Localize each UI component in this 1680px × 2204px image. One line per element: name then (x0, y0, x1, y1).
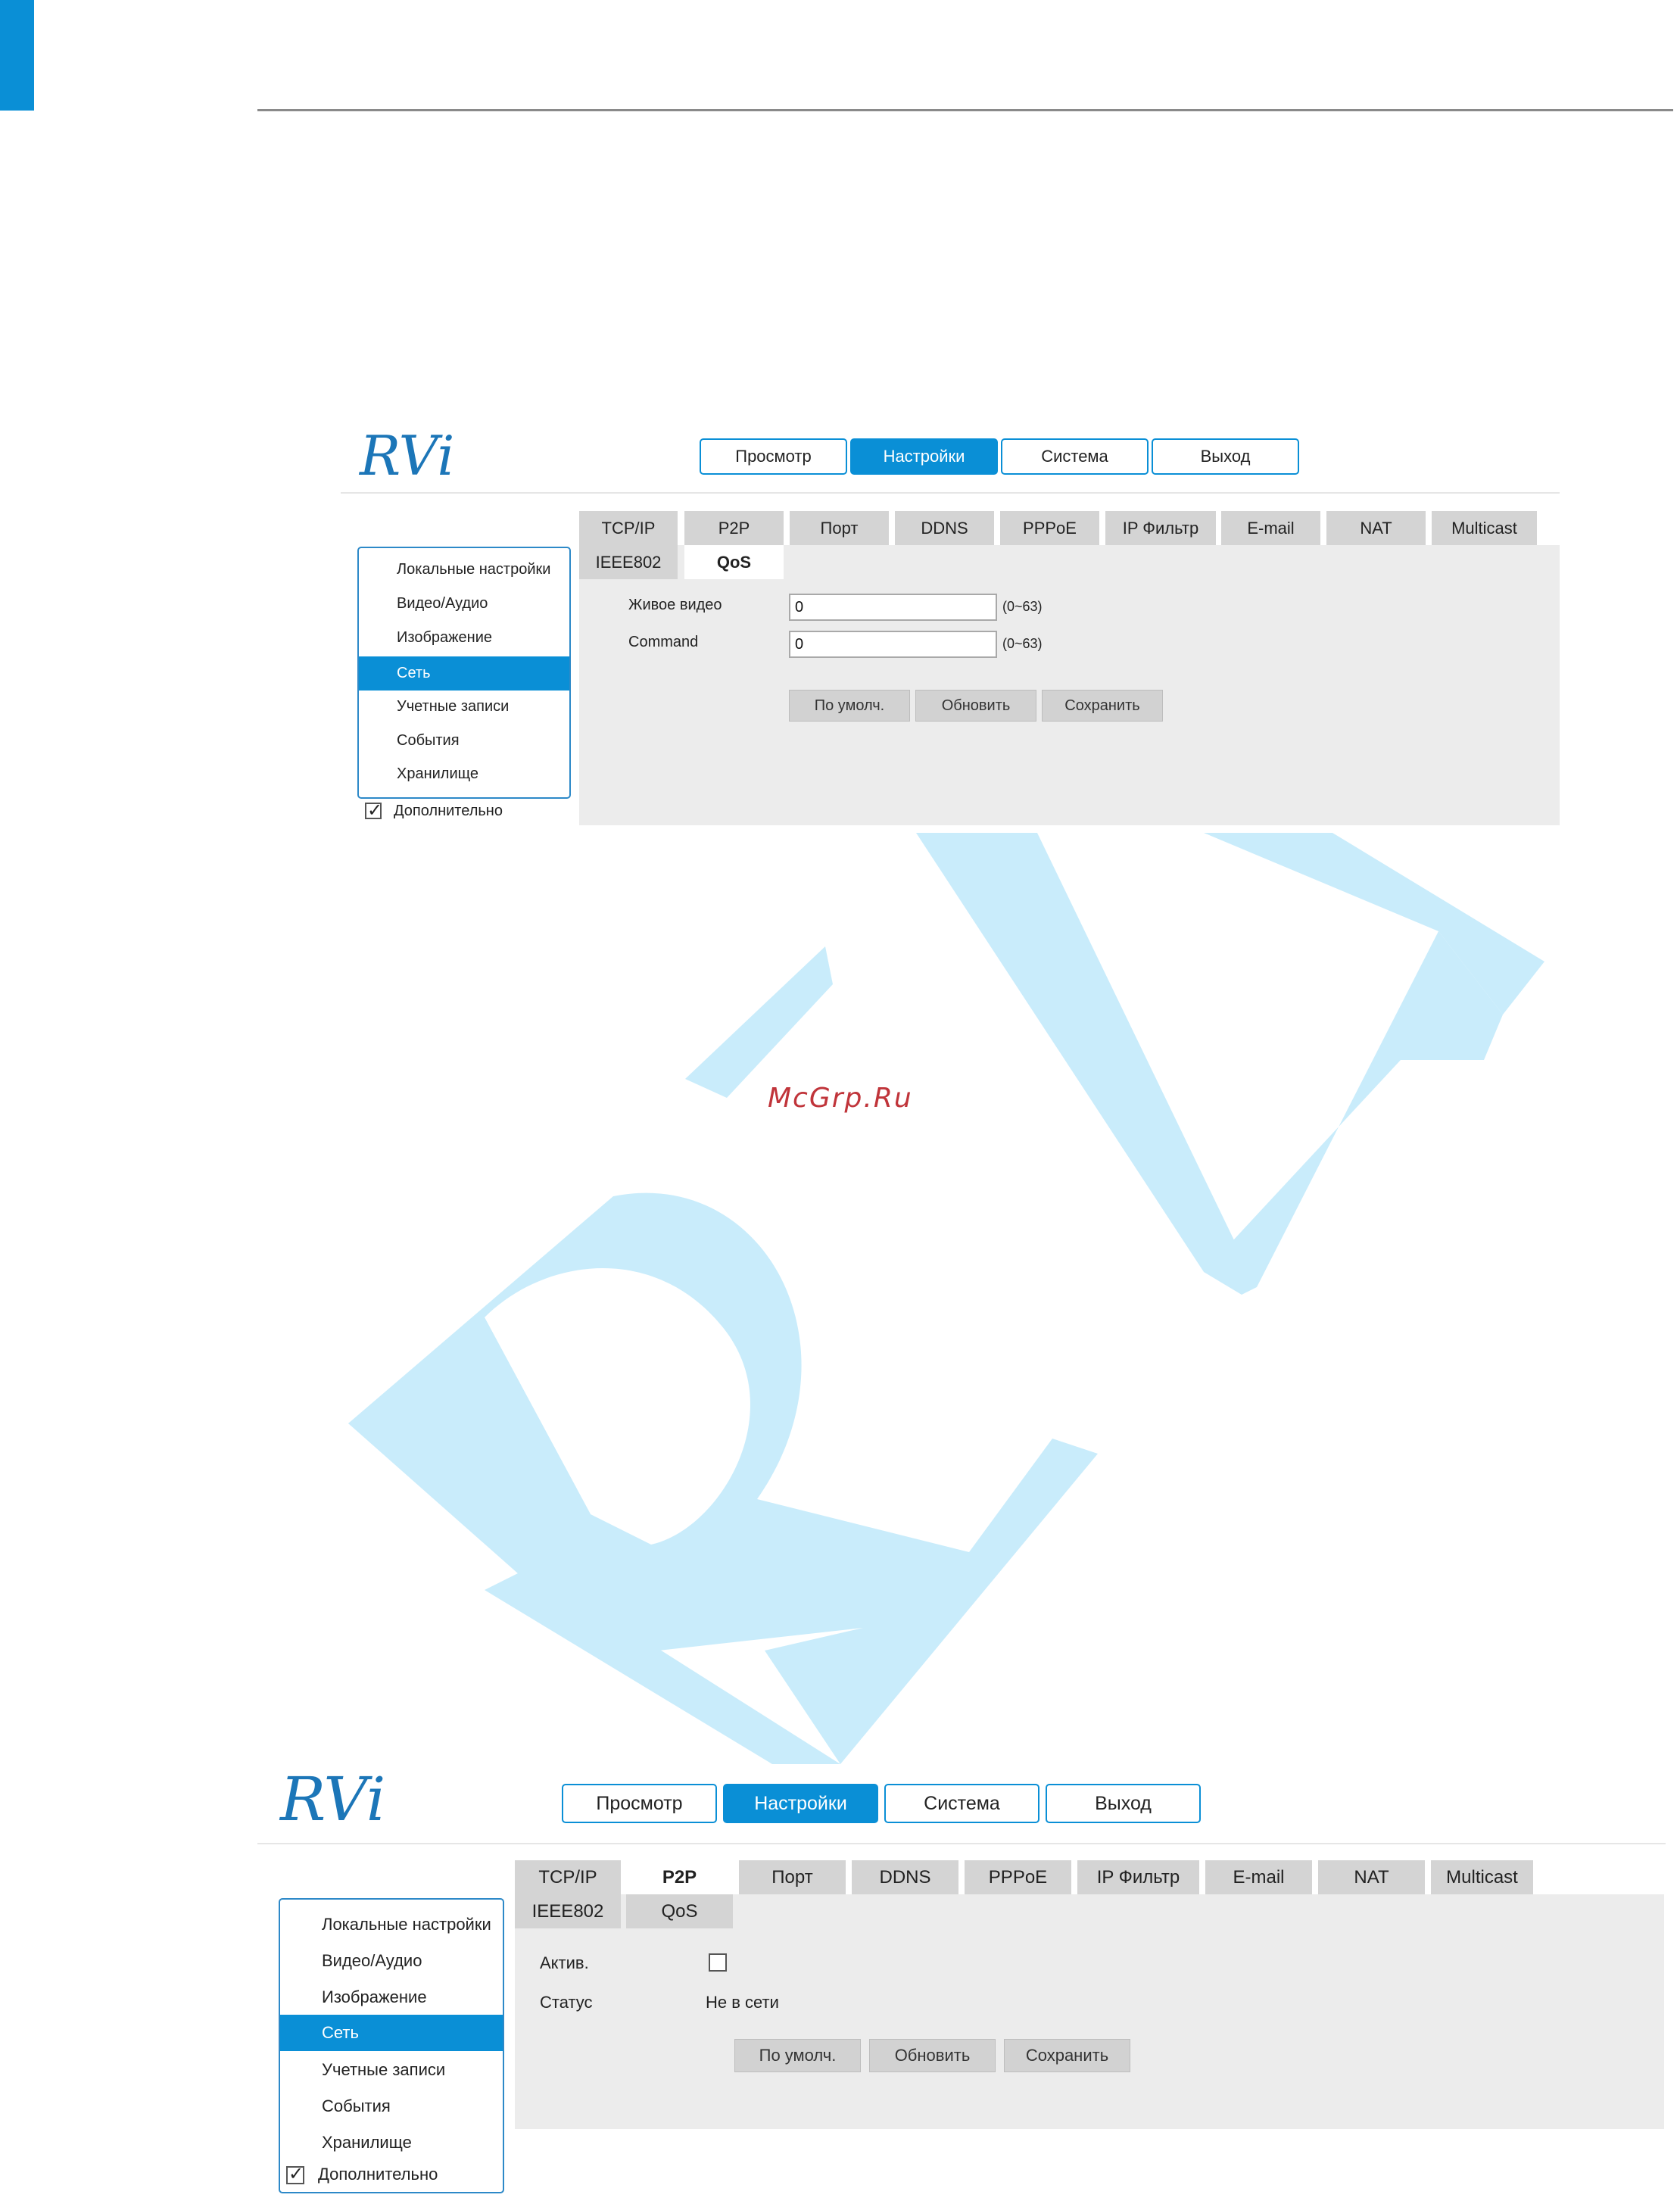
sidebar-menu: Локальные настройки Видео/Аудио Изображе… (279, 1898, 504, 2193)
refresh-button[interactable]: Обновить (915, 690, 1036, 722)
command-label: Command (628, 634, 699, 650)
nav-exit-button[interactable]: Выход (1152, 438, 1299, 475)
tab-qos[interactable]: QoS (684, 545, 784, 579)
save-button[interactable]: Сохранить (1004, 2039, 1130, 2072)
sidebar-item-network[interactable]: Сеть (280, 2015, 503, 2051)
settings-panel-p2p: RVi Просмотр Настройки Система Выход TCP… (257, 1764, 1666, 2196)
live-video-input[interactable] (789, 594, 997, 621)
tab-multicast[interactable]: Multicast (1432, 511, 1537, 545)
header-divider (257, 1843, 1666, 1844)
live-video-range: (0~63) (1002, 599, 1043, 614)
tab-pppoe[interactable]: PPPoE (1000, 511, 1099, 545)
nav-view-button[interactable]: Просмотр (562, 1784, 717, 1823)
sidebar-item-storage[interactable]: Хранилище (359, 759, 569, 789)
header-divider (341, 492, 1560, 494)
refresh-button[interactable]: Обновить (869, 2039, 996, 2072)
advanced-checkbox[interactable] (286, 2163, 304, 2184)
command-input[interactable] (789, 631, 997, 658)
status-label: Статус (540, 1993, 593, 2012)
sidebar-item-local-settings[interactable]: Локальные настройки (359, 554, 569, 585)
content-area (579, 545, 1560, 825)
sidebar-item-accounts[interactable]: Учетные записи (359, 691, 569, 722)
tab-port[interactable]: Порт (739, 1860, 846, 1894)
sidebar-item-events[interactable]: События (280, 2089, 503, 2124)
advanced-checkbox[interactable] (365, 800, 382, 821)
sidebar-item-image[interactable]: Изображение (280, 1980, 503, 2015)
save-button[interactable]: Сохранить (1042, 690, 1163, 722)
sidebar-item-local-settings[interactable]: Локальные настройки (280, 1907, 503, 1942)
default-button[interactable]: По умолч. (734, 2039, 861, 2072)
sidebar-item-events[interactable]: События (359, 725, 569, 756)
tab-qos[interactable]: QoS (626, 1894, 733, 1928)
content-area (515, 1894, 1664, 2129)
sidebar-item-accounts[interactable]: Учетные записи (280, 2053, 503, 2087)
advanced-label: Дополнительно (394, 803, 503, 819)
status-value: Не в сети (706, 1993, 779, 2012)
tab-p2p[interactable]: P2P (684, 511, 784, 545)
nav-exit-button[interactable]: Выход (1046, 1784, 1201, 1823)
tab-ip-filter[interactable]: IP Фильтр (1105, 511, 1216, 545)
rvi-logo: RVi (360, 424, 455, 488)
tab-ieee802[interactable]: IEEE802 (579, 545, 678, 579)
nav-view-button[interactable]: Просмотр (700, 438, 847, 475)
tab-nat[interactable]: NAT (1326, 511, 1426, 545)
tab-nat[interactable]: NAT (1318, 1860, 1425, 1894)
page-corner-tab (0, 0, 34, 111)
nav-settings-button[interactable]: Настройки (723, 1784, 878, 1823)
watermark-site-text: McGrp.Ru (768, 1083, 913, 1114)
settings-panel-qos: RVi Просмотр Настройки Система Выход TCP… (341, 424, 1560, 833)
sidebar-item-video-audio[interactable]: Видео/Аудио (359, 588, 569, 619)
live-video-label: Живое видео (628, 597, 722, 613)
tab-email[interactable]: E-mail (1205, 1860, 1312, 1894)
tab-multicast[interactable]: Multicast (1431, 1860, 1533, 1894)
tab-p2p[interactable]: P2P (626, 1860, 733, 1894)
tab-tcpip[interactable]: TCP/IP (515, 1860, 621, 1894)
advanced-label: Дополнительно (318, 2165, 438, 2184)
header-rule (257, 109, 1673, 111)
nav-settings-button[interactable]: Настройки (850, 438, 998, 475)
tab-tcpip[interactable]: TCP/IP (579, 511, 678, 545)
sidebar-item-video-audio[interactable]: Видео/Аудио (280, 1944, 503, 1978)
tab-port[interactable]: Порт (790, 511, 889, 545)
tab-pppoe[interactable]: PPPoE (965, 1860, 1071, 1894)
enable-label: Актив. (540, 1953, 589, 1972)
sidebar-item-image[interactable]: Изображение (359, 622, 569, 653)
rvi-logo: RVi (280, 1764, 386, 1835)
command-range: (0~63) (1002, 636, 1043, 651)
tab-ddns[interactable]: DDNS (895, 511, 994, 545)
tab-ddns[interactable]: DDNS (852, 1860, 958, 1894)
default-button[interactable]: По умолч. (789, 690, 910, 722)
nav-system-button[interactable]: Система (1001, 438, 1149, 475)
enable-checkbox[interactable] (709, 1953, 727, 1972)
sidebar-item-network[interactable]: Сеть (359, 656, 569, 691)
sidebar-item-storage[interactable]: Хранилище (280, 2125, 503, 2160)
tab-ip-filter[interactable]: IP Фильтр (1077, 1860, 1199, 1894)
nav-system-button[interactable]: Система (884, 1784, 1039, 1823)
tab-ieee802[interactable]: IEEE802 (515, 1894, 621, 1928)
tab-email[interactable]: E-mail (1221, 511, 1320, 545)
sidebar-menu: Локальные настройки Видео/Аудио Изображе… (357, 547, 571, 799)
